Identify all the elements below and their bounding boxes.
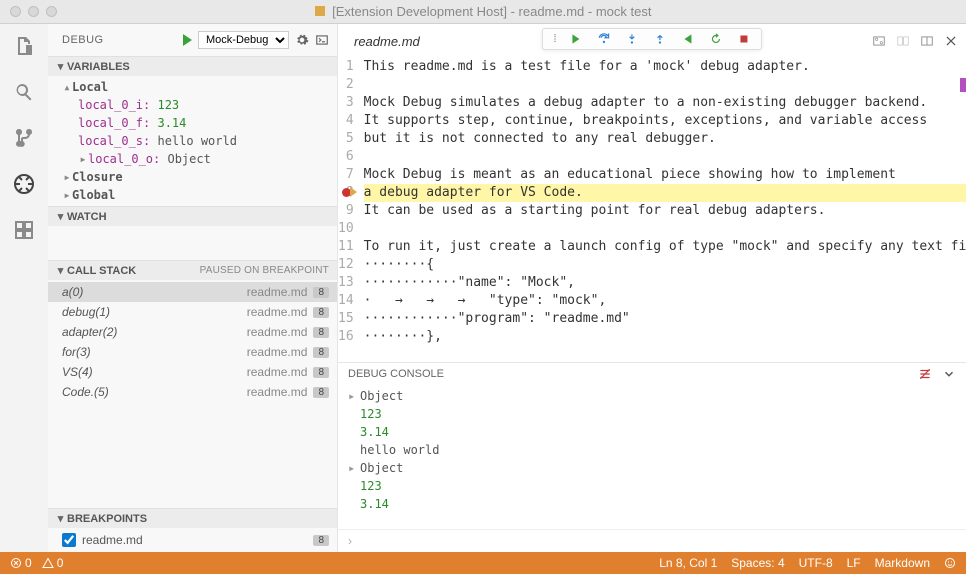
- status-encoding[interactable]: UTF-8: [799, 556, 833, 570]
- watch-section: ▾WATCH: [48, 206, 337, 260]
- split-editor-icon[interactable]: [872, 34, 886, 48]
- stack-frame[interactable]: Code.(5)readme.md8: [48, 382, 337, 402]
- variables-section: ▾VARIABLES ▴Local local_0_i: 123 local_0…: [48, 56, 337, 206]
- status-spaces[interactable]: Spaces: 4: [731, 556, 784, 570]
- close-icon[interactable]: [944, 34, 958, 48]
- code-editor[interactable]: 12345678910111213141516 This readme.md i…: [338, 58, 966, 362]
- debug-sidebar: DEBUG Mock-Debug ▾VARIABLES ▴Local local…: [48, 24, 338, 552]
- console-entry: 3.14: [348, 423, 956, 441]
- chevron-down-icon[interactable]: [942, 367, 956, 381]
- debug-config-select[interactable]: Mock-Debug: [198, 31, 289, 49]
- breakpoints-header[interactable]: ▾BREAKPOINTS: [48, 509, 337, 528]
- stop-icon[interactable]: [737, 32, 751, 46]
- callstack-status: PAUSED ON BREAKPOINT: [200, 265, 329, 276]
- status-eol[interactable]: LF: [847, 556, 861, 570]
- scope-local[interactable]: ▴Local: [48, 78, 337, 96]
- vscode-icon: [315, 6, 325, 16]
- stack-frame[interactable]: a(0)readme.md8: [48, 282, 337, 302]
- status-errors[interactable]: 0: [10, 556, 32, 570]
- clear-console-icon[interactable]: [918, 367, 932, 381]
- stack-frame[interactable]: VS(4)readme.md8: [48, 362, 337, 382]
- step-into-icon[interactable]: [625, 32, 639, 46]
- minimize-window-button[interactable]: [28, 6, 39, 17]
- restart-icon[interactable]: [709, 32, 723, 46]
- step-out-icon[interactable]: [653, 32, 667, 46]
- scope-global[interactable]: ▸Global: [48, 186, 337, 204]
- status-warnings[interactable]: 0: [42, 556, 64, 570]
- overview-ruler: [960, 78, 966, 92]
- console-entry: 3.14: [348, 495, 956, 513]
- debug-header: DEBUG Mock-Debug: [48, 24, 337, 56]
- debug-title: DEBUG: [62, 34, 104, 46]
- variable-row[interactable]: local_0_s: hello world: [48, 132, 337, 150]
- titlebar: [Extension Development Host] - readme.md…: [0, 0, 966, 24]
- close-window-button[interactable]: [10, 6, 21, 17]
- gear-icon[interactable]: [295, 33, 309, 47]
- status-ln-col[interactable]: Ln 8, Col 1: [659, 556, 717, 570]
- breakpoint-row[interactable]: readme.md 8: [48, 530, 337, 550]
- variables-header[interactable]: ▾VARIABLES: [48, 57, 337, 76]
- breakpoint-checkbox[interactable]: [62, 533, 76, 547]
- debug-console-input[interactable]: ›: [338, 529, 966, 552]
- watch-header[interactable]: ▾WATCH: [48, 207, 337, 226]
- variable-row[interactable]: ▸local_0_o: Object: [48, 150, 337, 168]
- feedback-icon[interactable]: [944, 557, 956, 569]
- source-control-icon[interactable]: [12, 126, 36, 150]
- activity-bar: [0, 24, 48, 552]
- console-entry: hello world: [348, 441, 956, 459]
- stack-frame[interactable]: for(3)readme.md8: [48, 342, 337, 362]
- scope-closure[interactable]: ▸Closure: [48, 168, 337, 186]
- step-over-icon[interactable]: [597, 32, 611, 46]
- status-language[interactable]: Markdown: [875, 556, 930, 570]
- variable-row[interactable]: local_0_f: 3.14: [48, 114, 337, 132]
- editor-tab[interactable]: readme.md: [346, 34, 428, 49]
- console-entry: 123: [348, 477, 956, 495]
- stack-frame[interactable]: adapter(2)readme.md8: [48, 322, 337, 342]
- files-icon[interactable]: [12, 34, 36, 58]
- window-title: [Extension Development Host] - readme.md…: [0, 4, 966, 19]
- variable-row[interactable]: local_0_i: 123: [48, 96, 337, 114]
- callstack-section: ▾CALL STACK PAUSED ON BREAKPOINT a(0)rea…: [48, 260, 337, 404]
- drag-handle-icon[interactable]: ⁞⁞: [553, 33, 555, 45]
- extensions-icon[interactable]: [12, 218, 36, 242]
- console-entry: ▸Object: [348, 387, 956, 405]
- debug-console-panel: DEBUG CONSOLE ▸Object1233.14hello world▸…: [338, 362, 966, 552]
- editor-actions: [872, 34, 958, 48]
- breakpoints-section: ▾BREAKPOINTS readme.md 8: [48, 508, 337, 552]
- debug-icon[interactable]: [12, 172, 36, 196]
- debug-console-toggle-icon[interactable]: [315, 33, 329, 47]
- maximize-window-button[interactable]: [46, 6, 57, 17]
- warning-icon: [42, 557, 54, 569]
- start-debugging-button[interactable]: [183, 34, 192, 46]
- editor-area: readme.md ⁞⁞: [338, 24, 966, 552]
- callstack-header[interactable]: ▾CALL STACK PAUSED ON BREAKPOINT: [48, 261, 337, 280]
- status-bar: 0 0 Ln 8, Col 1 Spaces: 4 UTF-8 LF Markd…: [0, 552, 966, 574]
- console-entry: 123: [348, 405, 956, 423]
- continue-icon[interactable]: [569, 32, 583, 46]
- error-icon: [10, 557, 22, 569]
- debug-console-title: DEBUG CONSOLE: [348, 368, 444, 380]
- step-back-icon[interactable]: [681, 32, 695, 46]
- preview-icon[interactable]: [896, 34, 910, 48]
- window-controls: [0, 6, 57, 17]
- stack-frame[interactable]: debug(1)readme.md8: [48, 302, 337, 322]
- search-icon[interactable]: [12, 80, 36, 104]
- console-entry: ▸Object: [348, 459, 956, 477]
- debug-toolbar: ⁞⁞: [542, 28, 762, 50]
- editor-tabbar: readme.md ⁞⁞: [338, 24, 966, 58]
- split-right-icon[interactable]: [920, 34, 934, 48]
